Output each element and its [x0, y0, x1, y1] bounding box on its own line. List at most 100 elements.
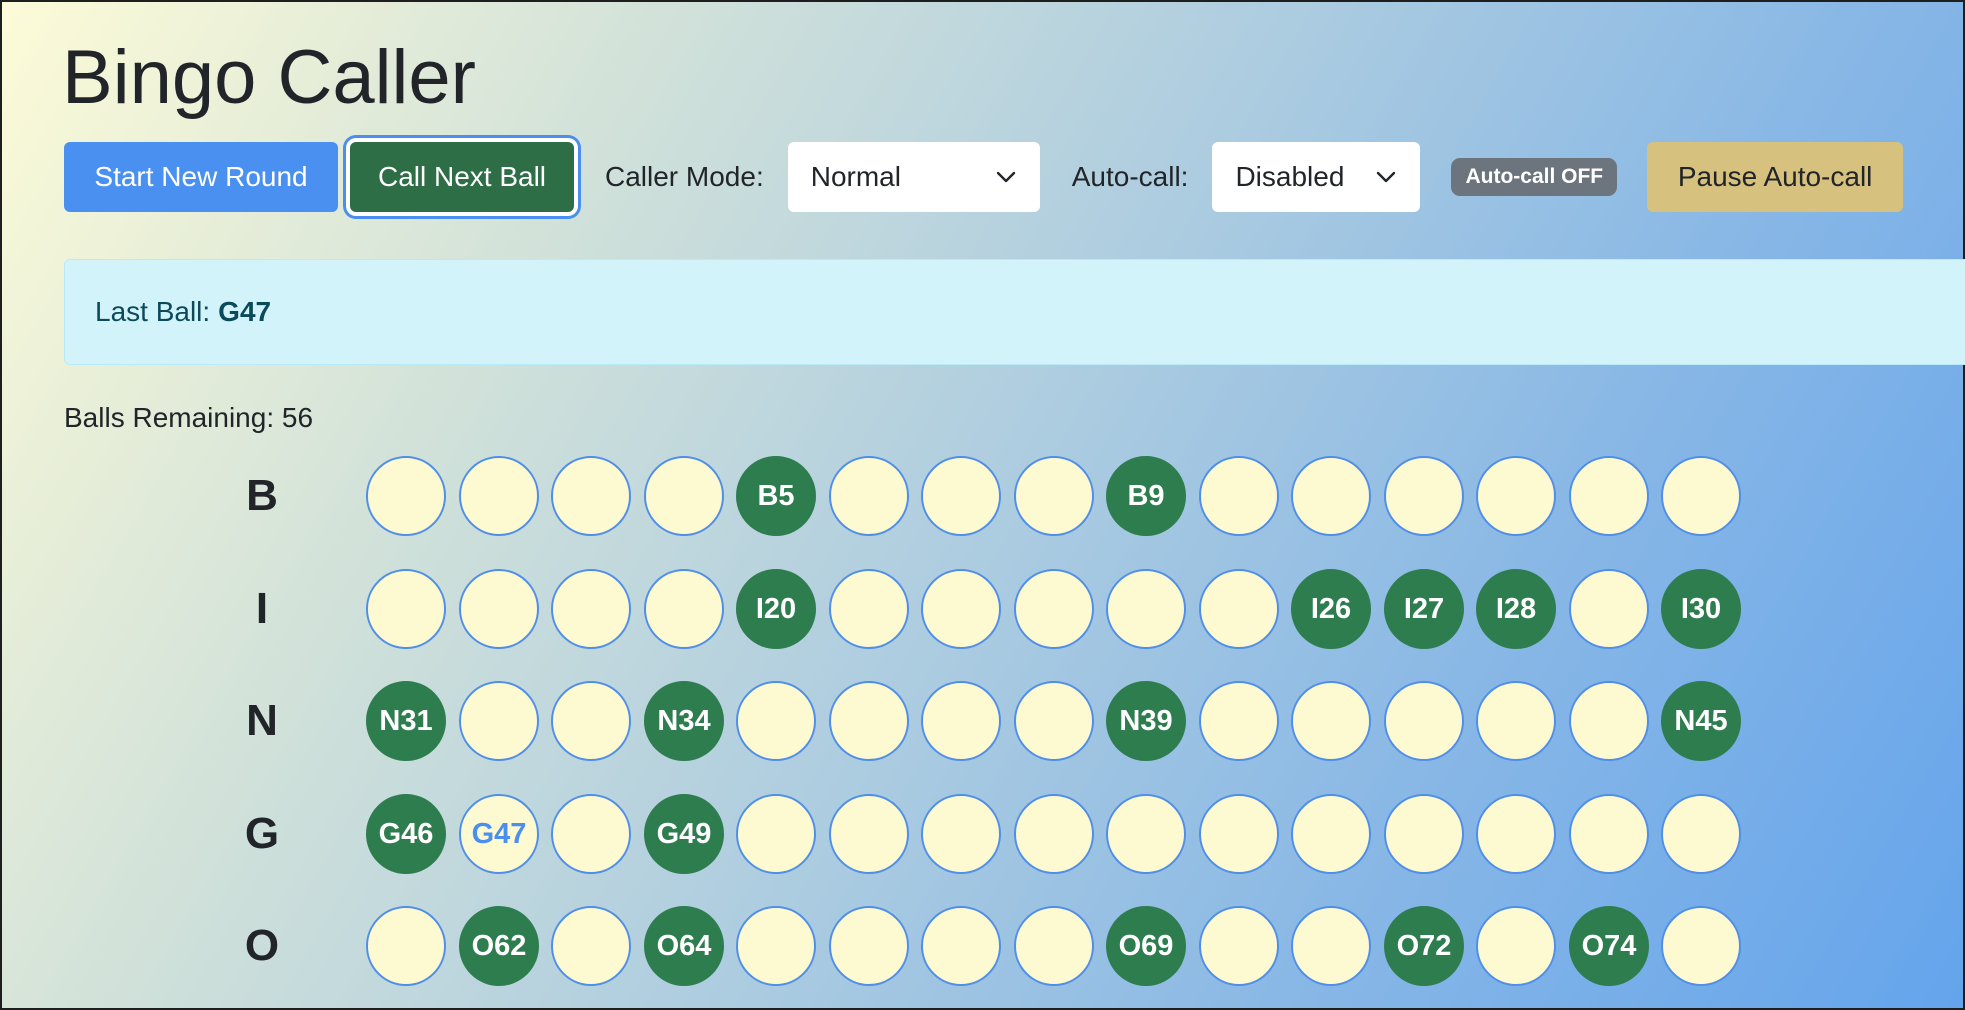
bingo-ball: I27 — [1384, 569, 1464, 649]
bingo-ball: I28 — [1476, 569, 1556, 649]
pause-auto-call-button[interactable]: Pause Auto-call — [1647, 142, 1904, 212]
bingo-ball — [1291, 681, 1371, 761]
bingo-ball — [1199, 794, 1279, 874]
bingo-ball — [736, 681, 816, 761]
bingo-ball — [829, 569, 909, 649]
bingo-ball: N45 — [1661, 681, 1741, 761]
chevron-down-icon — [996, 171, 1016, 183]
bingo-row-b: B B5 B9 — [2, 454, 1762, 538]
bingo-ball — [921, 681, 1001, 761]
row-letter: O — [244, 921, 280, 970]
auto-call-label: Auto-call: — [1071, 161, 1189, 192]
bingo-row-o: O O62 O64 O69 O72 O74 — [2, 904, 1762, 988]
bingo-ball — [366, 906, 446, 986]
bingo-ball: N31 — [366, 681, 446, 761]
start-new-round-button[interactable]: Start New Round — [64, 142, 338, 212]
bingo-ball — [829, 794, 909, 874]
row-letter: G — [244, 809, 280, 858]
bingo-ball — [921, 569, 1001, 649]
bingo-ball — [1476, 681, 1556, 761]
bingo-ball — [1291, 456, 1371, 536]
last-ball-alert: Last Ball: G47 — [64, 259, 1965, 365]
bingo-ball: B5 — [736, 456, 816, 536]
bingo-ball: O64 — [644, 906, 724, 986]
bingo-ball — [459, 681, 539, 761]
bingo-row-i: I I20 I26 I27 I28 I30 — [2, 567, 1762, 651]
balls-remaining: Balls Remaining: 56 — [64, 402, 314, 433]
bingo-ball — [1661, 906, 1741, 986]
bingo-ball — [551, 456, 631, 536]
bingo-ball — [1014, 794, 1094, 874]
bingo-ball: O74 — [1569, 906, 1649, 986]
last-ball-value: G47 — [218, 296, 272, 327]
bingo-ball: I26 — [1291, 569, 1371, 649]
bingo-row-n: N N31 N34 N39 N45 — [2, 679, 1762, 763]
bingo-ball: O72 — [1384, 906, 1464, 986]
bingo-ball: O69 — [1106, 906, 1186, 986]
bingo-ball: B9 — [1106, 456, 1186, 536]
bingo-ball: I30 — [1661, 569, 1741, 649]
bingo-ball: N39 — [1106, 681, 1186, 761]
bingo-ball — [1199, 906, 1279, 986]
bingo-ball — [1014, 906, 1094, 986]
bingo-ball: G49 — [644, 794, 724, 874]
auto-call-value: Disabled — [1235, 161, 1345, 192]
bingo-ball: G47 — [459, 794, 539, 874]
bingo-ball — [551, 681, 631, 761]
auto-call-status-badge: Auto-call OFF — [1451, 158, 1618, 196]
bingo-ball: G46 — [366, 794, 446, 874]
bingo-ball — [1569, 456, 1649, 536]
bingo-ball — [551, 906, 631, 986]
bingo-ball — [829, 456, 909, 536]
bingo-ball — [1476, 456, 1556, 536]
bingo-ball — [1661, 794, 1741, 874]
bingo-ball — [829, 681, 909, 761]
caller-mode-label: Caller Mode: — [605, 161, 764, 192]
bingo-ball — [1384, 794, 1464, 874]
bingo-ball — [829, 906, 909, 986]
row-letter: N — [246, 696, 278, 745]
auto-call-select[interactable]: Disabled — [1212, 142, 1421, 212]
bingo-ball — [736, 794, 816, 874]
call-next-ball-button[interactable]: Call Next Ball — [350, 142, 574, 212]
toolbar: Start New Round Call Next Ball Caller Mo… — [64, 142, 1904, 212]
bingo-ball — [1014, 569, 1094, 649]
bingo-ball: N34 — [644, 681, 724, 761]
bingo-ball — [1199, 569, 1279, 649]
bingo-ball — [1106, 794, 1186, 874]
bingo-ball — [1569, 681, 1649, 761]
bingo-ball — [1476, 794, 1556, 874]
bingo-ball — [1014, 681, 1094, 761]
bingo-ball — [459, 569, 539, 649]
bingo-ball — [1661, 456, 1741, 536]
bingo-ball — [644, 456, 724, 536]
bingo-ball — [921, 456, 1001, 536]
bingo-ball: O62 — [459, 906, 539, 986]
bingo-row-g: G G46 G47 G49 — [2, 792, 1762, 876]
bingo-ball — [644, 569, 724, 649]
bingo-ball — [736, 906, 816, 986]
bingo-ball — [1199, 681, 1279, 761]
row-letter: B — [246, 471, 278, 520]
bingo-ball — [366, 569, 446, 649]
bingo-ball — [1384, 456, 1464, 536]
bingo-ball — [921, 906, 1001, 986]
bingo-ball — [459, 456, 539, 536]
bingo-ball — [1291, 906, 1371, 986]
chevron-down-icon — [1376, 171, 1396, 183]
bingo-ball — [1569, 794, 1649, 874]
bingo-ball — [1106, 569, 1186, 649]
row-letter: I — [255, 584, 269, 633]
bingo-ball — [551, 794, 631, 874]
bingo-ball — [1569, 569, 1649, 649]
bingo-ball — [1476, 906, 1556, 986]
page-title: Bingo Caller — [62, 35, 476, 120]
bingo-ball: I20 — [736, 569, 816, 649]
last-ball-label: Last Ball: — [95, 296, 211, 327]
caller-mode-select[interactable]: Normal — [787, 142, 1040, 212]
bingo-ball — [1384, 681, 1464, 761]
bingo-ball — [366, 456, 446, 536]
bingo-ball — [551, 569, 631, 649]
bingo-ball — [921, 794, 1001, 874]
caller-mode-value: Normal — [810, 161, 901, 192]
